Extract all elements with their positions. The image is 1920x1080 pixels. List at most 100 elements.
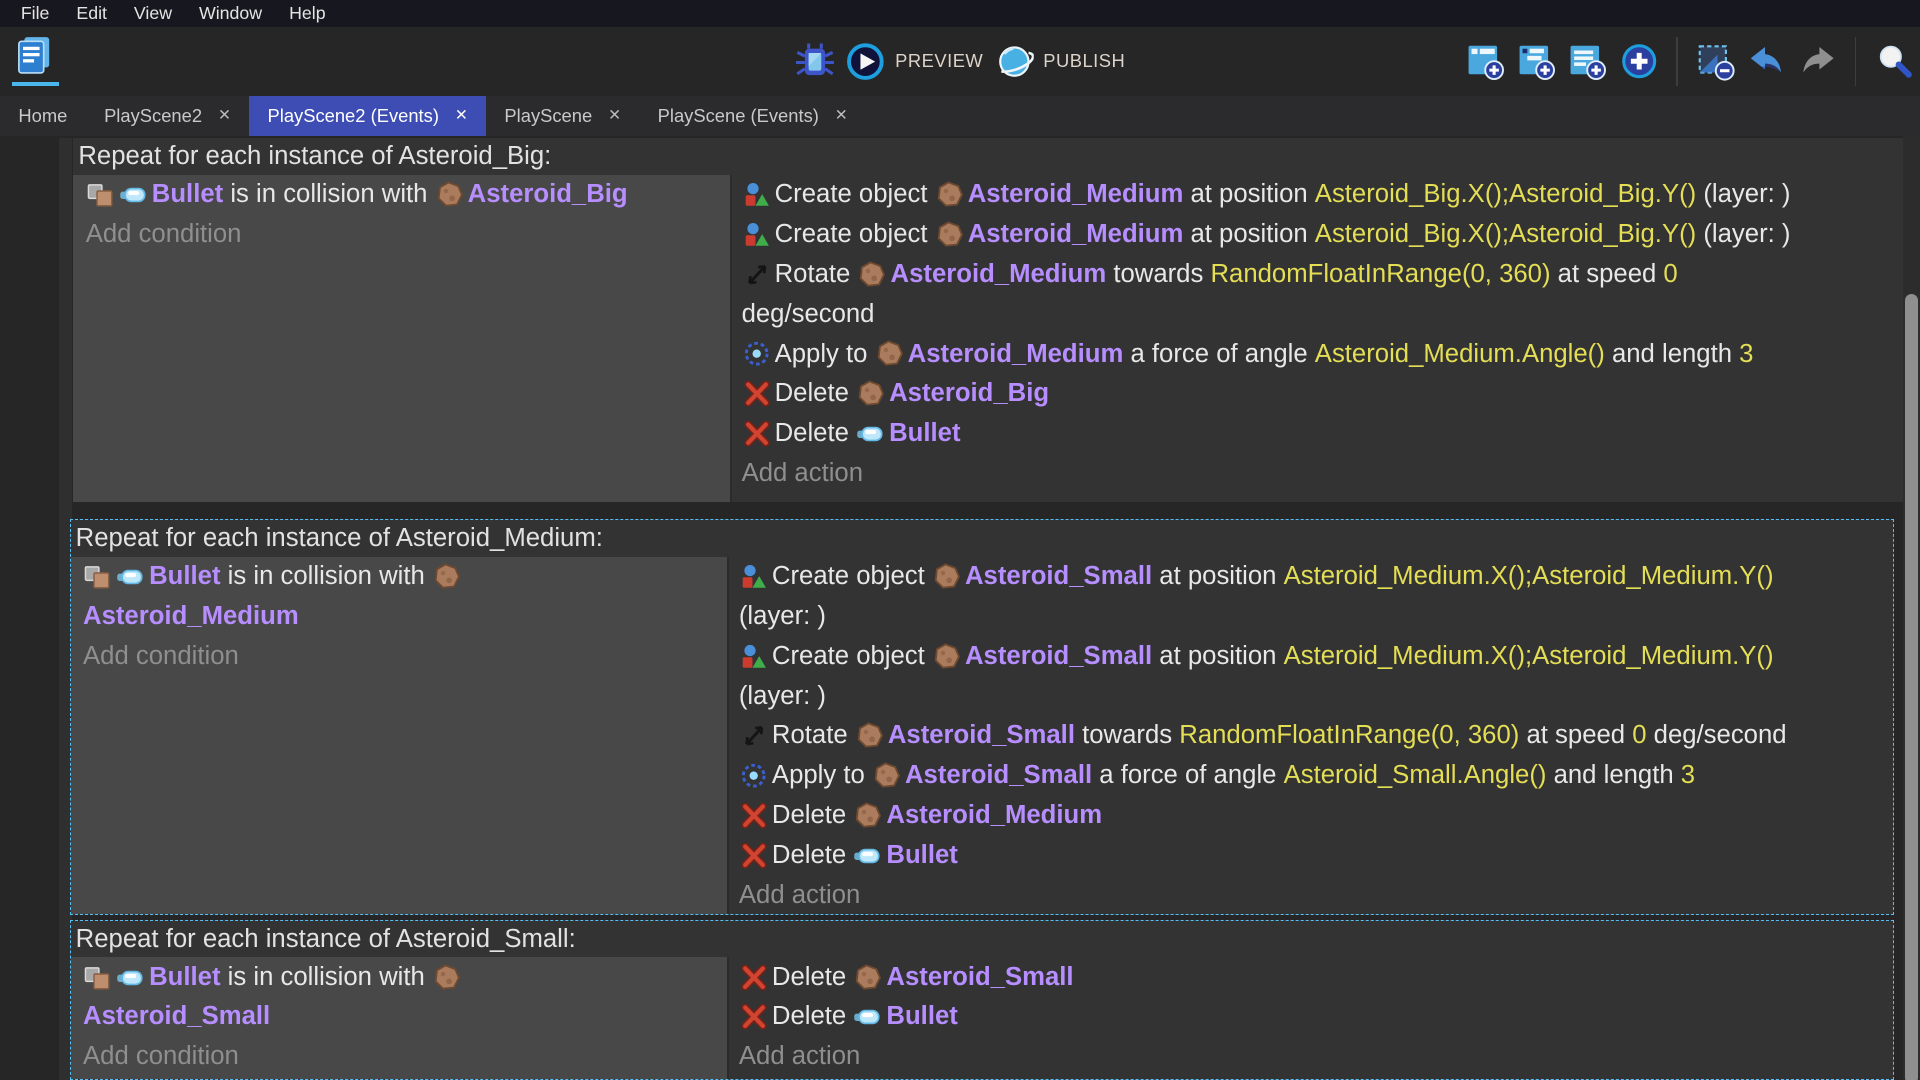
- expression: 0: [1632, 721, 1646, 750]
- project-manager-icon: [12, 33, 56, 77]
- event-text: Apply to: [775, 340, 875, 369]
- action-row[interactable]: Apply to Asteroid_Small a force of angle…: [739, 756, 1893, 796]
- debug-bug-icon[interactable]: [795, 41, 835, 81]
- action-row[interactable]: deg/second: [742, 294, 1903, 334]
- add-condition-button[interactable]: Add condition: [86, 215, 730, 255]
- add-event-icon[interactable]: [1465, 41, 1505, 81]
- event-text: Rotate: [772, 721, 855, 750]
- add-condition-button[interactable]: Add condition: [83, 1037, 727, 1077]
- event-text: Delete: [772, 801, 853, 830]
- event-text: (layer: ): [739, 682, 826, 711]
- asteroid-icon: [935, 220, 964, 249]
- search-icon[interactable]: [1874, 41, 1914, 81]
- condition-row[interactable]: Asteroid_Small: [83, 997, 727, 1037]
- undo-icon[interactable]: [1746, 41, 1786, 81]
- event-text: Create object: [775, 220, 935, 249]
- event-repeat-header[interactable]: Repeat for each instance of Asteroid_Sma…: [71, 921, 1893, 958]
- menu-item-file[interactable]: File: [7, 0, 63, 27]
- events-sheet: Repeat for each instance of Asteroid_Big…: [0, 136, 1920, 1080]
- toolbar-separator: [1676, 37, 1677, 86]
- add-comment-icon[interactable]: [1567, 41, 1607, 81]
- remove-event-icon[interactable]: [1695, 41, 1735, 81]
- conditions-column: Bullet is in collision with Asteroid_Sma…: [71, 957, 729, 1078]
- bullet-icon: [853, 1002, 882, 1031]
- object-name: Asteroid_Small: [905, 761, 1092, 790]
- event-text: at position: [1152, 642, 1283, 671]
- event-text: Delete: [775, 379, 856, 408]
- bullet-icon: [853, 841, 882, 870]
- tab-home[interactable]: Home: [0, 96, 86, 136]
- object-name: Bullet: [152, 180, 223, 209]
- add-action-button[interactable]: Add action: [739, 875, 1893, 914]
- action-row[interactable]: Delete Asteroid_Big: [742, 374, 1903, 414]
- action-row[interactable]: Create object Asteroid_Medium at positio…: [742, 215, 1903, 255]
- action-row[interactable]: Delete Asteroid_Medium: [739, 796, 1893, 836]
- tab-playscene-events[interactable]: PlayScene (Events)✕: [639, 96, 866, 136]
- event-repeat-header[interactable]: Repeat for each instance of Asteroid_Big…: [73, 138, 1902, 175]
- event-text: Delete: [772, 1002, 853, 1031]
- menu-bar: FileEditViewWindowHelp: [0, 0, 1920, 27]
- event-repeat-header[interactable]: Repeat for each instance of Asteroid_Med…: [71, 520, 1893, 557]
- add-action-button[interactable]: Add action: [739, 1037, 1893, 1077]
- menu-item-view[interactable]: View: [120, 0, 185, 27]
- gdevelop-window: FileEditViewWindowHelp PREVIEW PUBLISH H…: [0, 0, 1920, 1080]
- collision-icon: [83, 963, 112, 992]
- tab-close-icon[interactable]: ✕: [835, 108, 848, 123]
- vertical-scrollbar: [1903, 136, 1920, 1080]
- action-row[interactable]: (layer: ): [739, 676, 1893, 716]
- event-block-2[interactable]: Repeat for each instance of Asteroid_Med…: [70, 519, 1894, 915]
- action-row[interactable]: (layer: ): [739, 597, 1893, 637]
- add-subevent-icon[interactable]: [1516, 41, 1556, 81]
- object-name: Bullet: [886, 1002, 957, 1031]
- publish-globe-icon: [994, 42, 1033, 81]
- scrollbar-thumb[interactable]: [1905, 294, 1917, 1080]
- tab-playscene2-events[interactable]: PlayScene2 (Events)✕: [249, 96, 486, 136]
- tab-close-icon[interactable]: ✕: [455, 108, 468, 123]
- tab-playscene2[interactable]: PlayScene2✕: [86, 96, 249, 136]
- publish-button[interactable]: PUBLISH: [994, 42, 1125, 81]
- project-manager-button[interactable]: [12, 33, 59, 89]
- condition-row[interactable]: Bullet is in collision with Asteroid_Big: [86, 175, 730, 215]
- event-text: towards: [1106, 260, 1210, 289]
- event-text: a force of angle: [1123, 340, 1314, 369]
- asteroid-icon: [932, 642, 961, 671]
- tab-close-icon[interactable]: ✕: [608, 108, 621, 123]
- add-new-icon[interactable]: [1619, 41, 1659, 81]
- action-row[interactable]: Delete Bullet: [739, 997, 1893, 1037]
- action-row[interactable]: Delete Bullet: [742, 414, 1903, 454]
- tab-playscene[interactable]: PlayScene✕: [486, 96, 639, 136]
- menu-item-help[interactable]: Help: [276, 0, 339, 27]
- collision-icon: [83, 562, 112, 591]
- event-text: deg/second: [742, 300, 875, 329]
- action-row[interactable]: Apply to Asteroid_Medium a force of angl…: [742, 334, 1903, 374]
- event-text: at speed: [1519, 721, 1632, 750]
- condition-row[interactable]: Bullet is in collision with: [83, 557, 727, 597]
- preview-button[interactable]: PREVIEW: [846, 42, 983, 81]
- action-row[interactable]: Delete Asteroid_Small: [739, 957, 1893, 997]
- event-text: a force of angle: [1092, 761, 1283, 790]
- asteroid-icon: [855, 721, 884, 750]
- action-row[interactable]: Delete Bullet: [739, 835, 1893, 875]
- menu-item-edit[interactable]: Edit: [63, 0, 121, 27]
- action-row[interactable]: Rotate Asteroid_Medium towards RandomFlo…: [742, 255, 1903, 295]
- action-row[interactable]: Rotate Asteroid_Small towards RandomFloa…: [739, 716, 1893, 756]
- action-row[interactable]: Create object Asteroid_Small at position…: [739, 636, 1893, 676]
- publish-label: PUBLISH: [1043, 50, 1125, 72]
- condition-row[interactable]: Asteroid_Medium: [83, 597, 727, 637]
- object-name: Asteroid_Small: [886, 963, 1073, 992]
- add-action-button[interactable]: Add action: [742, 454, 1903, 494]
- expression: Asteroid_Medium.X();Asteroid_Medium.Y(): [1284, 642, 1774, 671]
- asteroid-icon: [872, 761, 901, 790]
- event-block-3[interactable]: Repeat for each instance of Asteroid_Sma…: [70, 920, 1894, 1080]
- event-block-1[interactable]: Repeat for each instance of Asteroid_Big…: [73, 138, 1902, 502]
- asteroid-icon: [853, 963, 882, 992]
- action-row[interactable]: Create object Asteroid_Medium at positio…: [742, 175, 1903, 215]
- add-condition-button[interactable]: Add condition: [83, 636, 727, 676]
- asteroid-icon: [432, 963, 461, 992]
- action-row[interactable]: Create object Asteroid_Small at position…: [739, 557, 1893, 597]
- expression: Asteroid_Medium.X();Asteroid_Medium.Y(): [1284, 562, 1774, 591]
- redo-icon[interactable]: [1798, 41, 1838, 81]
- menu-item-window[interactable]: Window: [186, 0, 276, 27]
- condition-row[interactable]: Bullet is in collision with: [83, 957, 727, 997]
- tab-close-icon[interactable]: ✕: [218, 108, 231, 123]
